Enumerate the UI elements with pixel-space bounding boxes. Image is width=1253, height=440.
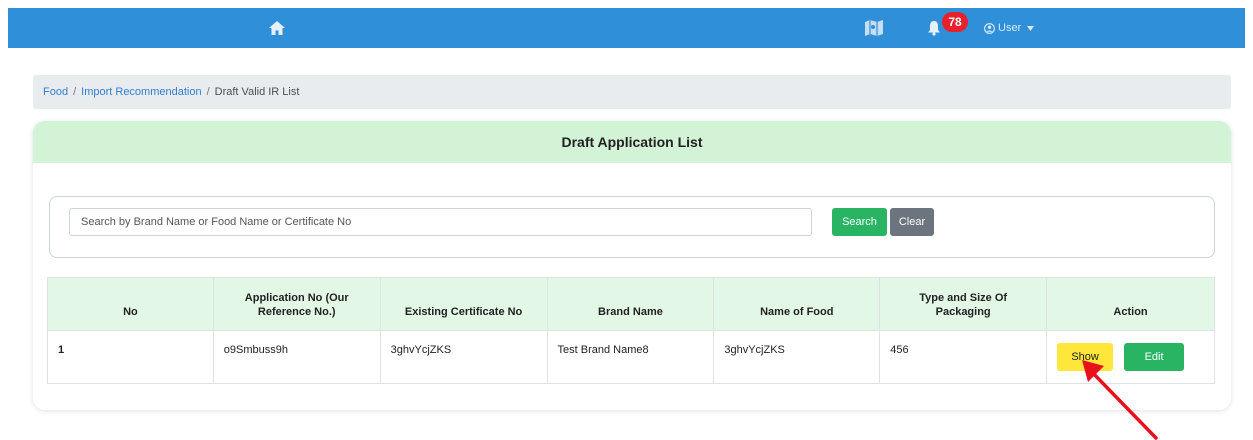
column-header-packaging: Type and Size Of Packaging [879, 277, 1048, 331]
chevron-down-icon [1027, 25, 1035, 31]
user-icon [984, 22, 995, 34]
column-header-brand-name: Brand Name [546, 277, 715, 331]
breadcrumb-separator: / [206, 86, 210, 98]
breadcrumb-import-recommendation-link[interactable]: Import Recommendation [81, 86, 201, 98]
breadcrumb: Food / Import Recommendation / Draft Val… [33, 75, 1231, 109]
table-header-row: No Application No (Our Reference No.) Ex… [47, 277, 1215, 331]
breadcrumb-food-link[interactable]: Food [43, 86, 68, 98]
clear-button[interactable]: Clear [890, 208, 934, 236]
table-row: 1 o9Smbuss9h 3ghvYcjZKS Test Brand Name8… [47, 330, 1215, 384]
user-label: User [998, 22, 1022, 34]
map-icon[interactable] [864, 19, 884, 37]
user-menu[interactable]: User [984, 20, 1035, 36]
column-header-application-no: Application No (Our Reference No.) [212, 277, 381, 331]
breadcrumb-separator: / [73, 86, 77, 98]
column-header-certificate-no: Existing Certificate No [379, 277, 548, 331]
notification-badge[interactable]: 78 [942, 12, 968, 32]
card-title: Draft Application List [33, 121, 1231, 163]
cell-packaging: 456 [879, 330, 1048, 384]
breadcrumb-current: Draft Valid IR List [214, 86, 300, 98]
cell-application-no: o9Smbuss9h [212, 330, 381, 384]
page: 78 User Food / Import Recommendation / D… [0, 0, 1253, 440]
annotation-arrow-icon [1082, 360, 1158, 440]
column-header-action: Action [1046, 277, 1215, 331]
cell-certificate-no: 3ghvYcjZKS [379, 330, 548, 384]
home-icon[interactable] [268, 19, 286, 37]
column-header-food-name: Name of Food [713, 277, 881, 331]
draft-application-table: No Application No (Our Reference No.) Ex… [47, 277, 1215, 384]
search-button[interactable]: Search [832, 208, 887, 236]
cell-no: 1 [47, 330, 214, 384]
cell-brand-name: Test Brand Name8 [546, 330, 715, 384]
search-input[interactable] [69, 208, 812, 236]
cell-food-name: 3ghvYcjZKS [713, 330, 881, 384]
draft-application-card: Draft Application List Search Clear No A… [33, 121, 1231, 410]
search-panel: Search Clear [49, 196, 1215, 258]
column-header-no: No [47, 277, 214, 331]
bell-icon[interactable] [927, 20, 941, 36]
top-navbar: 78 User [8, 8, 1245, 48]
